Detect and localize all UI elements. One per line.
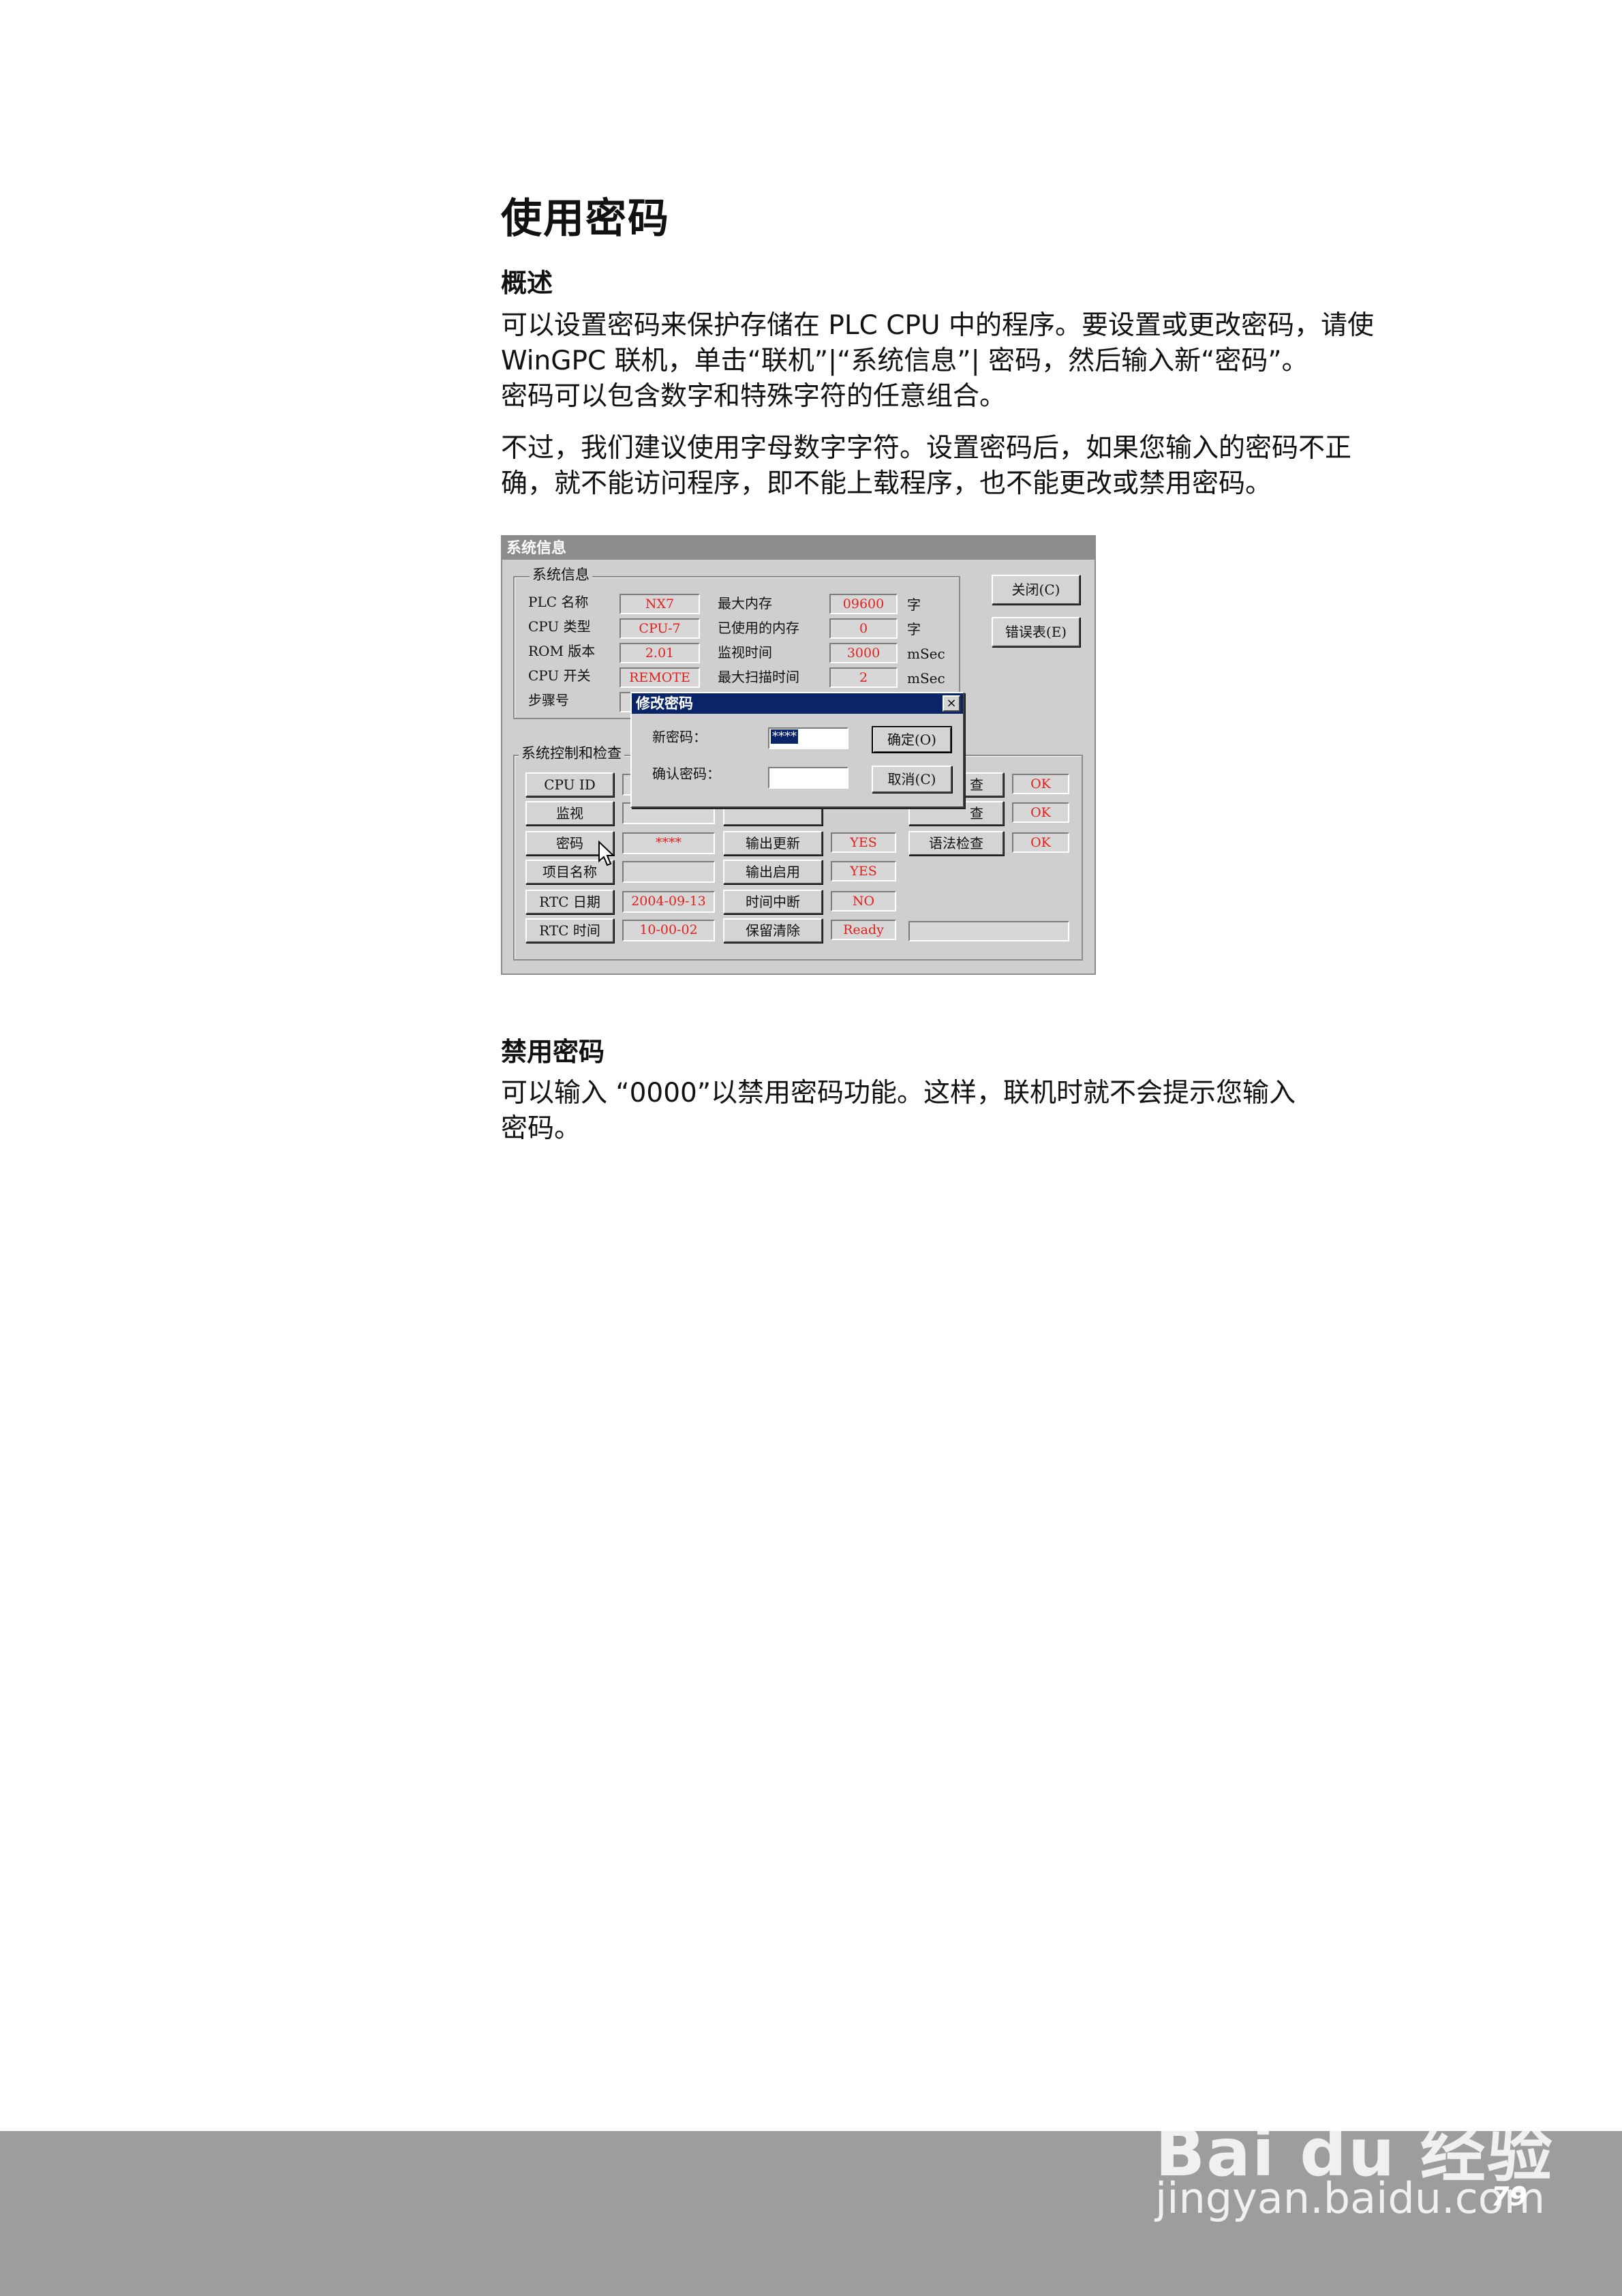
mouse-cursor-icon <box>598 841 615 866</box>
system-info-window-screenshot: 系统信息 系统信息 PLC 名称 CPU 类型 ROM 版本 CPU 开关 步骤… <box>501 535 1096 975</box>
overview-paragraph-1: 可以设置密码来保护存储在 PLC CPU 中的程序。要设置或更改密码，请使 Wi… <box>501 308 1510 414</box>
time-interrupt-button[interactable]: 时间中断 <box>723 890 823 914</box>
close-button[interactable]: 关闭(C) <box>992 575 1080 605</box>
output-enable-button[interactable]: 输出启用 <box>723 860 823 884</box>
paragraph-line: 密码可以包含数字和特殊字符的任意组合。 <box>501 381 1007 412</box>
paragraph-line: 确，就不能访问程序，即不能上载程序，也不能更改或禁用密码。 <box>501 468 1272 499</box>
new-password-input[interactable]: **** <box>768 727 848 749</box>
check-result-value: OK <box>1012 774 1069 794</box>
cpu-type-value: CPU-7 <box>619 618 700 639</box>
time-interrupt-value: NO <box>831 891 896 911</box>
window-title: 系统信息 <box>502 537 1095 560</box>
row-label: CPU 类型 <box>528 618 591 635</box>
cpu-id-button[interactable]: CPU ID <box>525 772 614 797</box>
watch-time-value: 3000 <box>829 643 898 663</box>
modify-password-dialog: 修改密码 × 新密码： **** 确认密码： 确定(O) 取消(C) <box>630 692 964 808</box>
row-label: CPU 开关 <box>528 667 591 684</box>
confirm-password-input[interactable] <box>768 767 848 789</box>
row-label-2: 已使用的内存 <box>718 620 799 636</box>
page-title: 使用密码 <box>501 195 670 243</box>
row-label-2: 监视时间 <box>718 644 772 661</box>
unit-label: 字 <box>907 596 921 613</box>
new-password-label: 新密码： <box>652 729 707 745</box>
row-label-2: 最大扫描时间 <box>718 669 799 685</box>
project-name-value <box>622 861 715 883</box>
retain-clear-button[interactable]: 保留清除 <box>723 918 823 943</box>
row-label-2: 最大内存 <box>718 595 772 611</box>
row-label: PLC 名称 <box>528 594 589 610</box>
output-update-button[interactable]: 输出更新 <box>723 831 823 856</box>
row-label: ROM 版本 <box>528 643 596 659</box>
rtc-time-button[interactable]: RTC 时间 <box>525 918 614 943</box>
cpu-switch-value: REMOTE <box>619 667 700 688</box>
rom-version-value: 2.01 <box>619 643 700 663</box>
retain-clear-value: Ready <box>831 920 896 940</box>
syntax-check-button[interactable]: 语法检查 <box>908 831 1004 856</box>
rtc-date-button[interactable]: RTC 日期 <box>525 890 614 914</box>
error-table-button[interactable]: 错误表(E) <box>992 617 1080 647</box>
section-heading-disable: 禁用密码 <box>501 1037 605 1067</box>
section-heading-overview: 概述 <box>501 268 553 298</box>
password-value: **** <box>622 832 715 854</box>
paragraph-line: 密码。 <box>501 1113 581 1144</box>
unit-label: 字 <box>907 621 921 637</box>
paragraph-line: 可以设置密码来保护存储在 PLC CPU 中的程序。要设置或更改密码，请使 <box>501 310 1374 341</box>
plc-name-value: NX7 <box>619 594 700 614</box>
confirm-password-label: 确认密码： <box>652 766 720 782</box>
status-field <box>908 921 1069 941</box>
check-result-value: OK <box>1012 802 1069 823</box>
unit-label: mSec <box>907 646 945 662</box>
rtc-time-value: 10-00-02 <box>622 920 715 941</box>
max-memory-value: 09600 <box>829 594 898 614</box>
paragraph-line: 不过，我们建议使用字母数字字符。设置密码后，如果您输入的密码不正 <box>501 433 1352 464</box>
system-control-group-title: 系统控制和检查 <box>519 745 624 761</box>
row-label: 步骤号 <box>528 692 569 708</box>
syntax-check-value: OK <box>1012 832 1069 853</box>
cancel-button[interactable]: 取消(C) <box>872 766 952 793</box>
disable-paragraph: 可以输入 “0000”以禁用密码功能。这样，联机时就不会提示您输入 密码。 <box>501 1076 1510 1147</box>
monitor-button[interactable]: 监视 <box>525 801 614 826</box>
paragraph-line: 可以输入 “0000”以禁用密码功能。这样，联机时就不会提示您输入 <box>501 1078 1296 1108</box>
dialog-title: 修改密码 <box>632 693 963 714</box>
ok-button[interactable]: 确定(O) <box>872 726 952 753</box>
max-scan-time-value: 2 <box>829 667 898 688</box>
system-info-group-title: 系统信息 <box>530 567 592 583</box>
unit-label: mSec <box>907 670 945 686</box>
page-number: 79 <box>1491 2181 1527 2211</box>
rtc-date-value: 2004-09-13 <box>622 891 715 913</box>
used-memory-value: 0 <box>829 618 898 639</box>
output-enable-value: YES <box>831 861 896 881</box>
output-update-value: YES <box>831 832 896 853</box>
overview-paragraph-2: 不过，我们建议使用字母数字字符。设置密码后，如果您输入的密码不正 确，就不能访问… <box>501 431 1510 502</box>
paragraph-line: WinGPC 联机，单击“联机”|“系统信息”| 密码，然后输入新“密码”。 <box>501 346 1309 376</box>
watermark-url: jingyan.baidu.com <box>1155 2173 1546 2223</box>
dialog-close-icon[interactable]: × <box>943 695 960 712</box>
new-password-selected-text: **** <box>771 729 798 744</box>
